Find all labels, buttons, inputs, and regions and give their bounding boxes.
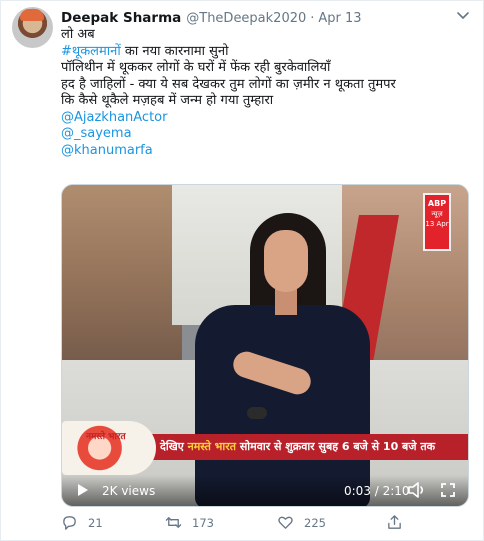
ticker-highlight: नमस्ते भारत <box>187 440 237 453</box>
tweet-text-line: #थूकलमानों का नया कारनामा सुनो <box>61 44 471 61</box>
video-background <box>62 185 182 385</box>
view-count: 2K views <box>102 484 156 498</box>
show-logo-text: नमस्ते भारत <box>86 432 126 442</box>
volume-icon[interactable] <box>407 481 427 499</box>
channel-logo: ABP न्यूज़ 13 Apr <box>423 193 451 251</box>
tweet-text-fragment: का नया कारनामा सुनो <box>120 43 229 59</box>
channel-logo-bottom: न्यूज़ <box>431 210 443 218</box>
anchor-figure <box>264 230 308 292</box>
hashtag-link[interactable]: #थूकलमानों <box>61 44 121 59</box>
channel-logo-top: ABP <box>427 199 447 208</box>
author-handle[interactable]: @TheDeepak2020 <box>186 11 306 26</box>
ticker-text: देखिए नमस्ते भारत सोमवार से शुक्रवार सुब… <box>160 439 435 454</box>
tweet-actions: 21 173 225 <box>61 514 461 534</box>
show-logo: नमस्ते भारत <box>62 421 156 475</box>
play-icon[interactable] <box>76 483 90 497</box>
chevron-down-icon[interactable] <box>453 7 473 25</box>
mention-link[interactable]: @AjazkhanActor <box>61 110 471 127</box>
share-button[interactable] <box>386 514 413 531</box>
tweet-text-line: हद है जाहिलों - क्या ये सब देखकर तुम लोग… <box>61 76 396 92</box>
ticker-prefix: देखिए <box>160 440 188 453</box>
tweet-text-line: पॉलिथीन में थूककर लोगों के घरों में फेंक… <box>61 60 331 75</box>
tweet-text-line: लो अब <box>61 27 95 42</box>
ticker-rest: सोमवार से शुक्रवार सुबह 6 बजे से 10 बजे … <box>236 440 436 453</box>
tweet-date[interactable]: Apr 13 <box>318 11 361 26</box>
mention-link[interactable]: @khanumarfa <box>61 143 471 160</box>
tweet-header: Deepak Sharma @TheDeepak2020 · Apr 13 <box>61 9 473 27</box>
author-name[interactable]: Deepak Sharma <box>61 10 181 26</box>
tweet-card[interactable]: Deepak Sharma @TheDeepak2020 · Apr 13 लो… <box>0 0 484 541</box>
reply-button[interactable]: 21 <box>61 514 103 531</box>
tweet-text-line: कि कैसे थूकैले मज़हब में जन्म हो गया तुम… <box>61 93 274 108</box>
retweet-icon <box>165 517 182 528</box>
video-time: 0:03 / 2:10 <box>344 484 410 498</box>
retweet-button[interactable]: 173 <box>165 514 214 531</box>
like-count: 225 <box>304 515 326 530</box>
reply-count: 21 <box>88 515 103 530</box>
retweet-count: 173 <box>192 515 214 530</box>
share-icon <box>388 515 401 529</box>
video-player[interactable]: ABP न्यूज़ 13 Apr नमस्ते भारत देखिए नमस्… <box>61 184 469 507</box>
reply-icon <box>63 516 76 530</box>
channel-date: 13 Apr <box>425 220 449 228</box>
tweet-text: लो अब #थूकलमानों का नया कारनामा सुनो पॉल… <box>61 27 471 159</box>
avatar[interactable] <box>12 7 53 48</box>
separator-dot: · <box>310 10 315 26</box>
microphone <box>247 407 267 419</box>
fullscreen-icon[interactable] <box>440 482 456 498</box>
mention-link[interactable]: @_sayema <box>61 126 471 143</box>
like-button[interactable]: 225 <box>277 514 326 531</box>
like-icon <box>278 516 293 529</box>
